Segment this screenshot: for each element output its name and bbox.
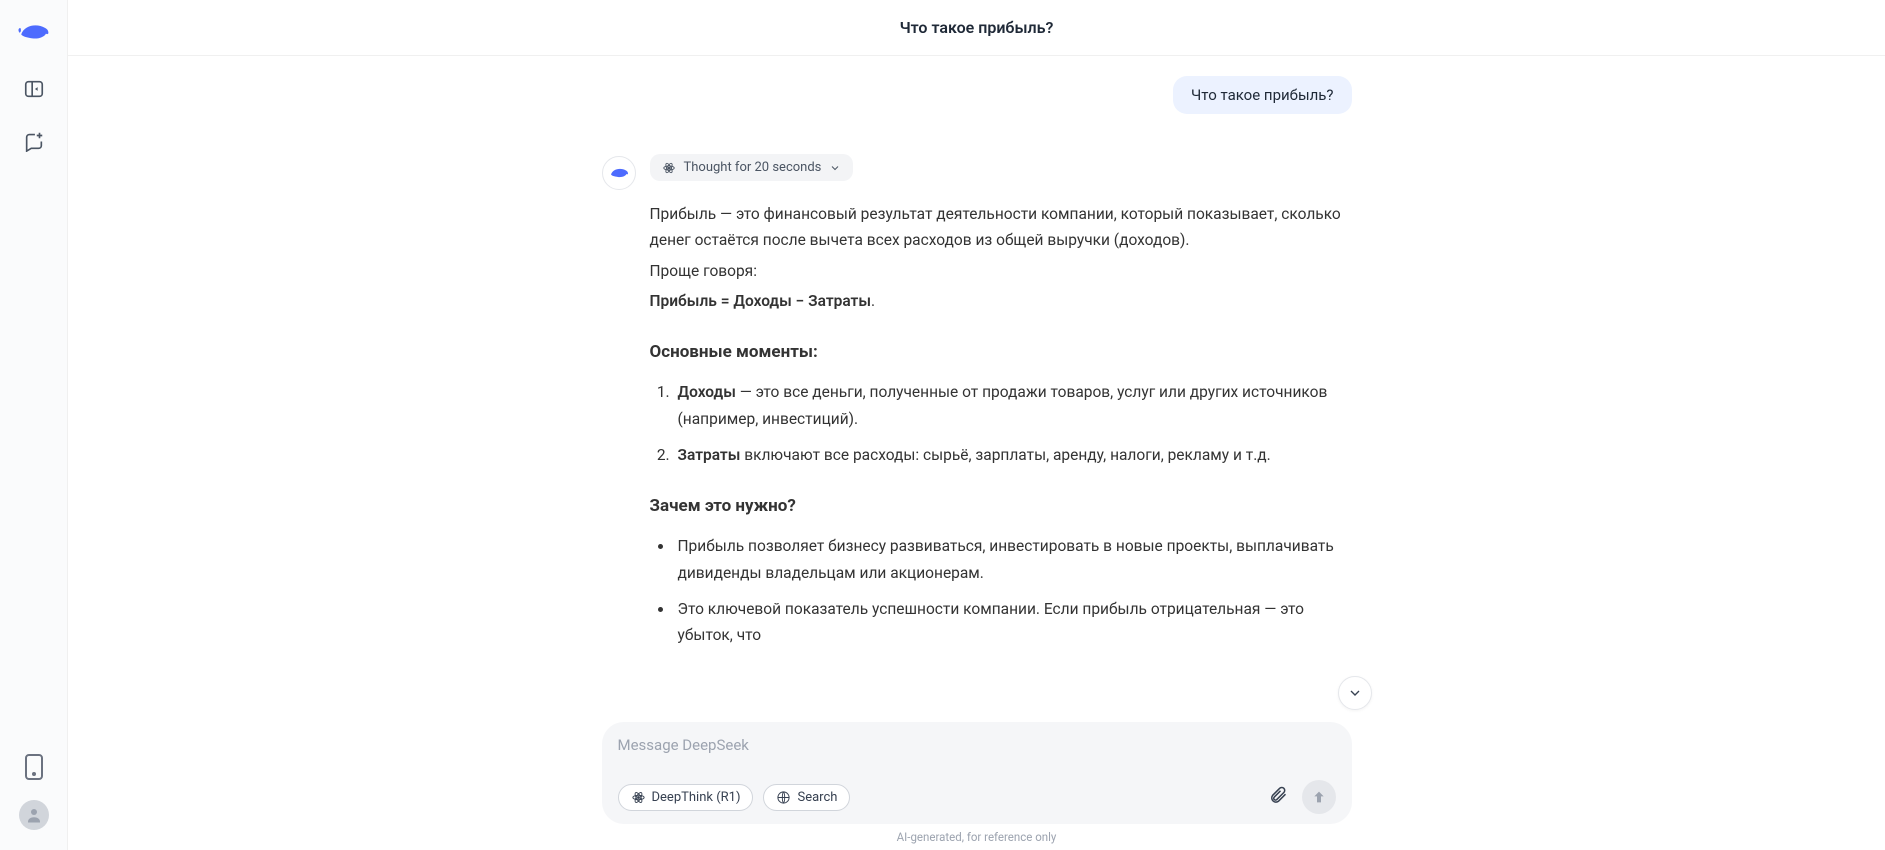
paperclip-icon	[1268, 785, 1288, 805]
search-chip[interactable]: Search	[763, 784, 850, 811]
message-input[interactable]	[618, 736, 1336, 766]
send-button[interactable]	[1302, 780, 1336, 814]
toggle-sidebar-icon[interactable]	[23, 78, 45, 100]
user-message-bubble: Что такое прибыль?	[1173, 76, 1351, 114]
sidebar	[0, 0, 68, 850]
content-paragraph: Прибыль — это финансовый результат деяте…	[650, 201, 1352, 254]
new-chat-icon[interactable]	[23, 130, 45, 152]
chat-title: Что такое прибыль?	[900, 18, 1054, 37]
chevron-down-icon	[829, 162, 841, 174]
content-paragraph: Проще говоря:	[650, 258, 1352, 284]
content-formula: Прибыль = Доходы − Затраты.	[650, 288, 1352, 314]
arrow-up-icon	[1311, 789, 1327, 805]
profile-avatar-icon[interactable]	[19, 800, 49, 830]
mobile-icon[interactable]	[25, 754, 43, 780]
assistant-avatar-icon	[602, 156, 636, 190]
globe-icon	[776, 790, 791, 805]
chip-label: Search	[797, 790, 837, 805]
list-item: Прибыль позволяет бизнесу развиваться, и…	[674, 533, 1352, 586]
footer-note: AI-generated, for reference only	[897, 830, 1057, 844]
main: Что такое прибыль? Что такое прибыль?	[68, 0, 1885, 850]
scroll-to-bottom-button[interactable]	[1338, 676, 1372, 710]
thought-label: Thought for 20 seconds	[684, 160, 822, 175]
attach-button[interactable]	[1268, 785, 1288, 809]
atom-icon	[631, 790, 646, 805]
composer: DeepThink (R1) Search	[602, 722, 1352, 824]
thought-toggle[interactable]: Thought for 20 seconds	[650, 154, 854, 181]
assistant-message-row: Thought for 20 seconds Прибыль — это фин…	[602, 154, 1352, 659]
user-message-row: Что такое прибыль?	[602, 76, 1352, 114]
list-item: Это ключевой показатель успешности компа…	[674, 596, 1352, 649]
chip-label: DeepThink (R1)	[652, 790, 741, 805]
atom-icon	[662, 161, 676, 175]
section-heading: Зачем это нужно?	[650, 492, 1352, 521]
composer-area: DeepThink (R1) Search	[68, 722, 1885, 850]
deepthink-chip[interactable]: DeepThink (R1)	[618, 784, 754, 811]
chevron-down-icon	[1347, 685, 1363, 701]
list-item: Затраты включают все расходы: сырьё, зар…	[674, 442, 1352, 468]
app-logo-icon[interactable]	[18, 20, 50, 48]
assistant-content: Прибыль — это финансовый результат деяте…	[650, 201, 1352, 649]
section-heading: Основные моменты:	[650, 338, 1352, 367]
header: Что такое прибыль?	[68, 0, 1885, 56]
list-item: Доходы — это все деньги, полученные от п…	[674, 379, 1352, 432]
